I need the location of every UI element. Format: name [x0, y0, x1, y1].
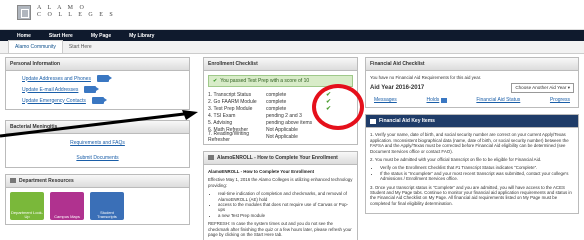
alamoenroll-bullets: real-time indication of completion and c… [208, 191, 353, 218]
fa-key-sub-bullets: Verify on the Enrollment Checklist that … [370, 165, 574, 181]
nav-my-page[interactable]: My Page [82, 33, 120, 39]
fa-key-panel: Financial Aid Key Items 1. Verify your n… [365, 114, 579, 215]
step-name: 1. Transcript Status [208, 91, 252, 98]
logo-line-2: C O L L E G E S [37, 12, 116, 18]
step-status: Not Applicable [266, 126, 298, 133]
chevron-down-icon: ▾ [567, 85, 570, 91]
alamoenroll-intro: Effective May 1, 2016 the Alamo Colleges… [208, 177, 353, 188]
step-name: 2. Go FAARM Module [208, 98, 257, 105]
check-icon: ✔ [213, 78, 218, 84]
nav-home[interactable]: Home [8, 33, 40, 39]
arrow-icon [96, 75, 112, 82]
submit-documents-link[interactable]: Submit Documents [76, 155, 118, 161]
dept-icon [10, 178, 16, 184]
fa-key-item-3: 3. Once your transcript status is "Compl… [370, 184, 572, 206]
alamoenroll-subtitle: AlamoENROLL - How to Complete Your Enrol… [208, 169, 315, 174]
aid-year-select[interactable]: Choose Another Aid Year ▾ [511, 83, 574, 94]
bullet-item: access to the modules that does not requ… [218, 202, 353, 213]
right-column: Financial Aid Checklist You have no Fina… [365, 57, 579, 220]
step-name: 7. Reading/Writing Refresher [208, 130, 250, 143]
logo-text: A L A M O C O L L E G E S [37, 5, 115, 19]
fa-key-item-2: 2. You must be admitted with your offici… [370, 157, 542, 163]
bacterial-panel: Bacterial Meningitis Requirements and FA… [5, 120, 190, 168]
info-icon [208, 155, 214, 161]
fa-checklist-panel: Financial Aid Checklist You have no Fina… [365, 57, 579, 109]
tab-start-here[interactable]: Start Here [63, 41, 98, 53]
update-addresses-link[interactable]: Update Addresses and Phones [22, 76, 91, 82]
left-column: Personal Information Update Addresses an… [5, 57, 190, 231]
update-email-link[interactable]: Update E-mail Addresses [22, 87, 78, 93]
step-name: 4. TSI Exam [208, 112, 236, 119]
step-status: Not Applicable [266, 133, 298, 140]
holds-icon [440, 97, 447, 103]
personal-info-panel: Personal Information Update Addresses an… [5, 57, 190, 110]
fa-checklist-title: Financial Aid Checklist [366, 58, 578, 71]
dept-title: Department Resources [6, 175, 189, 188]
tab-alamo-community[interactable]: Alamo Community [8, 40, 63, 53]
fa-key-title: Financial Aid Key Items [366, 115, 578, 129]
department-lookup-tile[interactable]: Department Look-Up [10, 192, 44, 220]
list-icon [370, 118, 376, 124]
checklist-step: 7. Reading/Writing Refresher Not Applicab… [208, 130, 353, 143]
progress-link[interactable]: Progress [550, 97, 570, 103]
update-emergency-link[interactable]: Update Emergency Contacts [22, 98, 86, 104]
nav-start-here[interactable]: Start Here [40, 33, 82, 39]
main-nav: Home Start Here My Page My Library [0, 30, 584, 41]
bacterial-title: Bacterial Meningitis [6, 121, 189, 134]
holds-link[interactable]: Holds [426, 97, 447, 103]
dept-panel: Department Resources Department Look-Up … [5, 174, 190, 225]
bullet-item: real-time indication of completion and c… [218, 191, 353, 202]
aid-year: Aid Year 2016-2017 [370, 85, 425, 92]
alamo-logo-icon [17, 5, 31, 20]
step-name: 5. Advising [208, 119, 233, 126]
bullet-item: If the status is "Incomplete" and your m… [380, 171, 574, 182]
step-name: 3. Test Prep Module [208, 105, 253, 112]
arrow-icon [84, 86, 100, 93]
header: A L A M O C O L L E G E S [0, 0, 584, 30]
campus-maps-tile[interactable]: Campus Maps [50, 192, 84, 220]
messages-link[interactable]: Messages [374, 97, 397, 103]
personal-info-title: Personal Information [6, 58, 189, 71]
highlight-circle [312, 84, 364, 130]
requirements-faqs-link[interactable]: Requirements and FAQs [70, 140, 125, 146]
enrollment-checklist-title: Enrollment Checklist [204, 58, 357, 71]
fa-key-item-1: 1. Verify your name, date of birth, and … [370, 132, 569, 154]
fa-status-link[interactable]: Financial Aid Status [476, 97, 520, 103]
student-transcripts-tile[interactable]: Student Transcripts [90, 192, 124, 220]
bullet-item: a new Test Prep module [218, 213, 353, 218]
nav-my-library[interactable]: My Library [120, 33, 163, 39]
alamoenroll-title: AlamoENROLL - How to Complete Your Enrol… [204, 152, 357, 165]
sub-tabs: Alamo Community Start Here [0, 40, 584, 54]
fa-checklist-text: You have no Financial Aid Requirements f… [370, 75, 482, 80]
logo-line-1: A L A M O [37, 5, 87, 11]
arrow-icon [91, 97, 107, 104]
alamoenroll-panel: AlamoENROLL - How to Complete Your Enrol… [203, 151, 358, 240]
refresh-note: REFRESH: In case the system times out an… [208, 221, 352, 238]
